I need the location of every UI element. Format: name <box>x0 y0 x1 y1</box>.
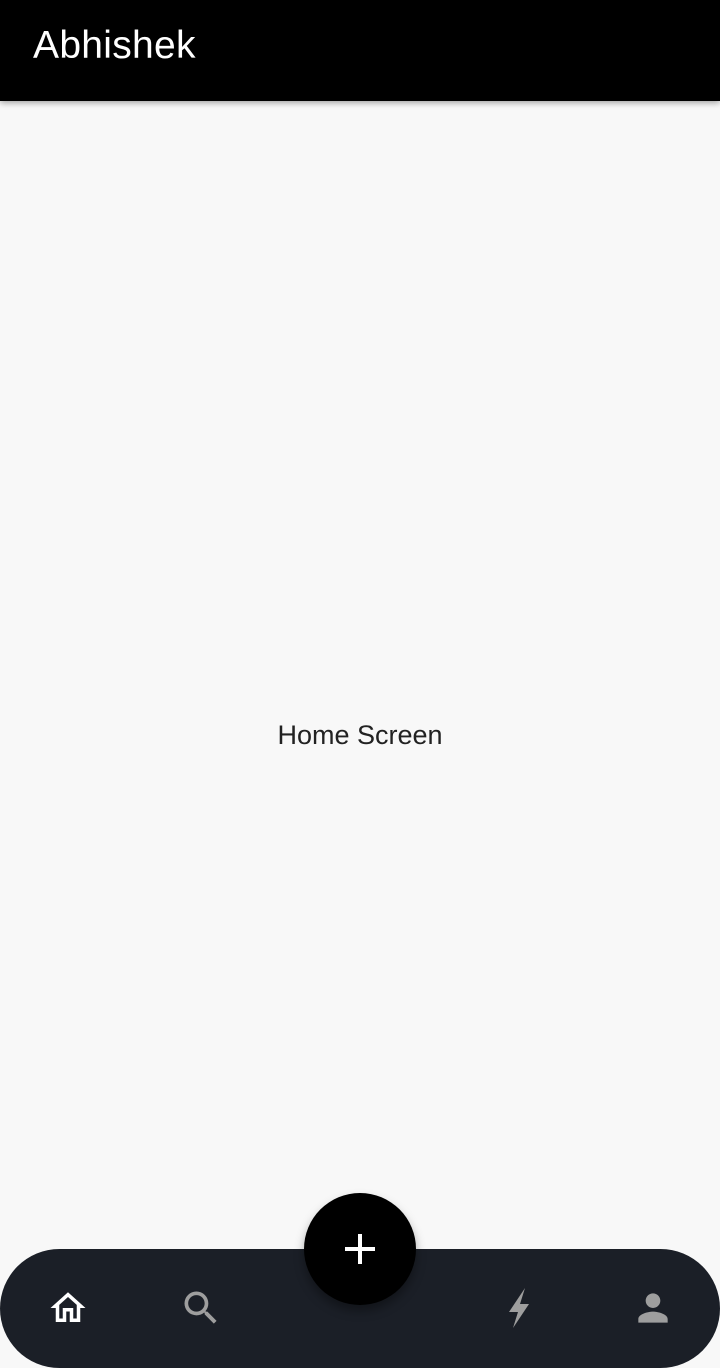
plus-icon <box>343 1232 377 1266</box>
app-title: Abhishek <box>33 24 196 67</box>
search-icon <box>179 1286 223 1330</box>
bolt-icon <box>499 1286 539 1330</box>
nav-home-button[interactable] <box>30 1270 106 1346</box>
home-screen-label: Home Screen <box>277 720 443 750</box>
nav-activity-button[interactable] <box>481 1270 557 1346</box>
nav-profile-button[interactable] <box>615 1270 691 1346</box>
person-icon <box>631 1286 675 1330</box>
nav-search-button[interactable] <box>163 1270 239 1346</box>
add-button[interactable] <box>304 1193 416 1305</box>
app-bar: Abhishek <box>0 0 720 101</box>
home-screen-body: Home Screen <box>0 101 720 1249</box>
home-icon <box>47 1287 89 1329</box>
